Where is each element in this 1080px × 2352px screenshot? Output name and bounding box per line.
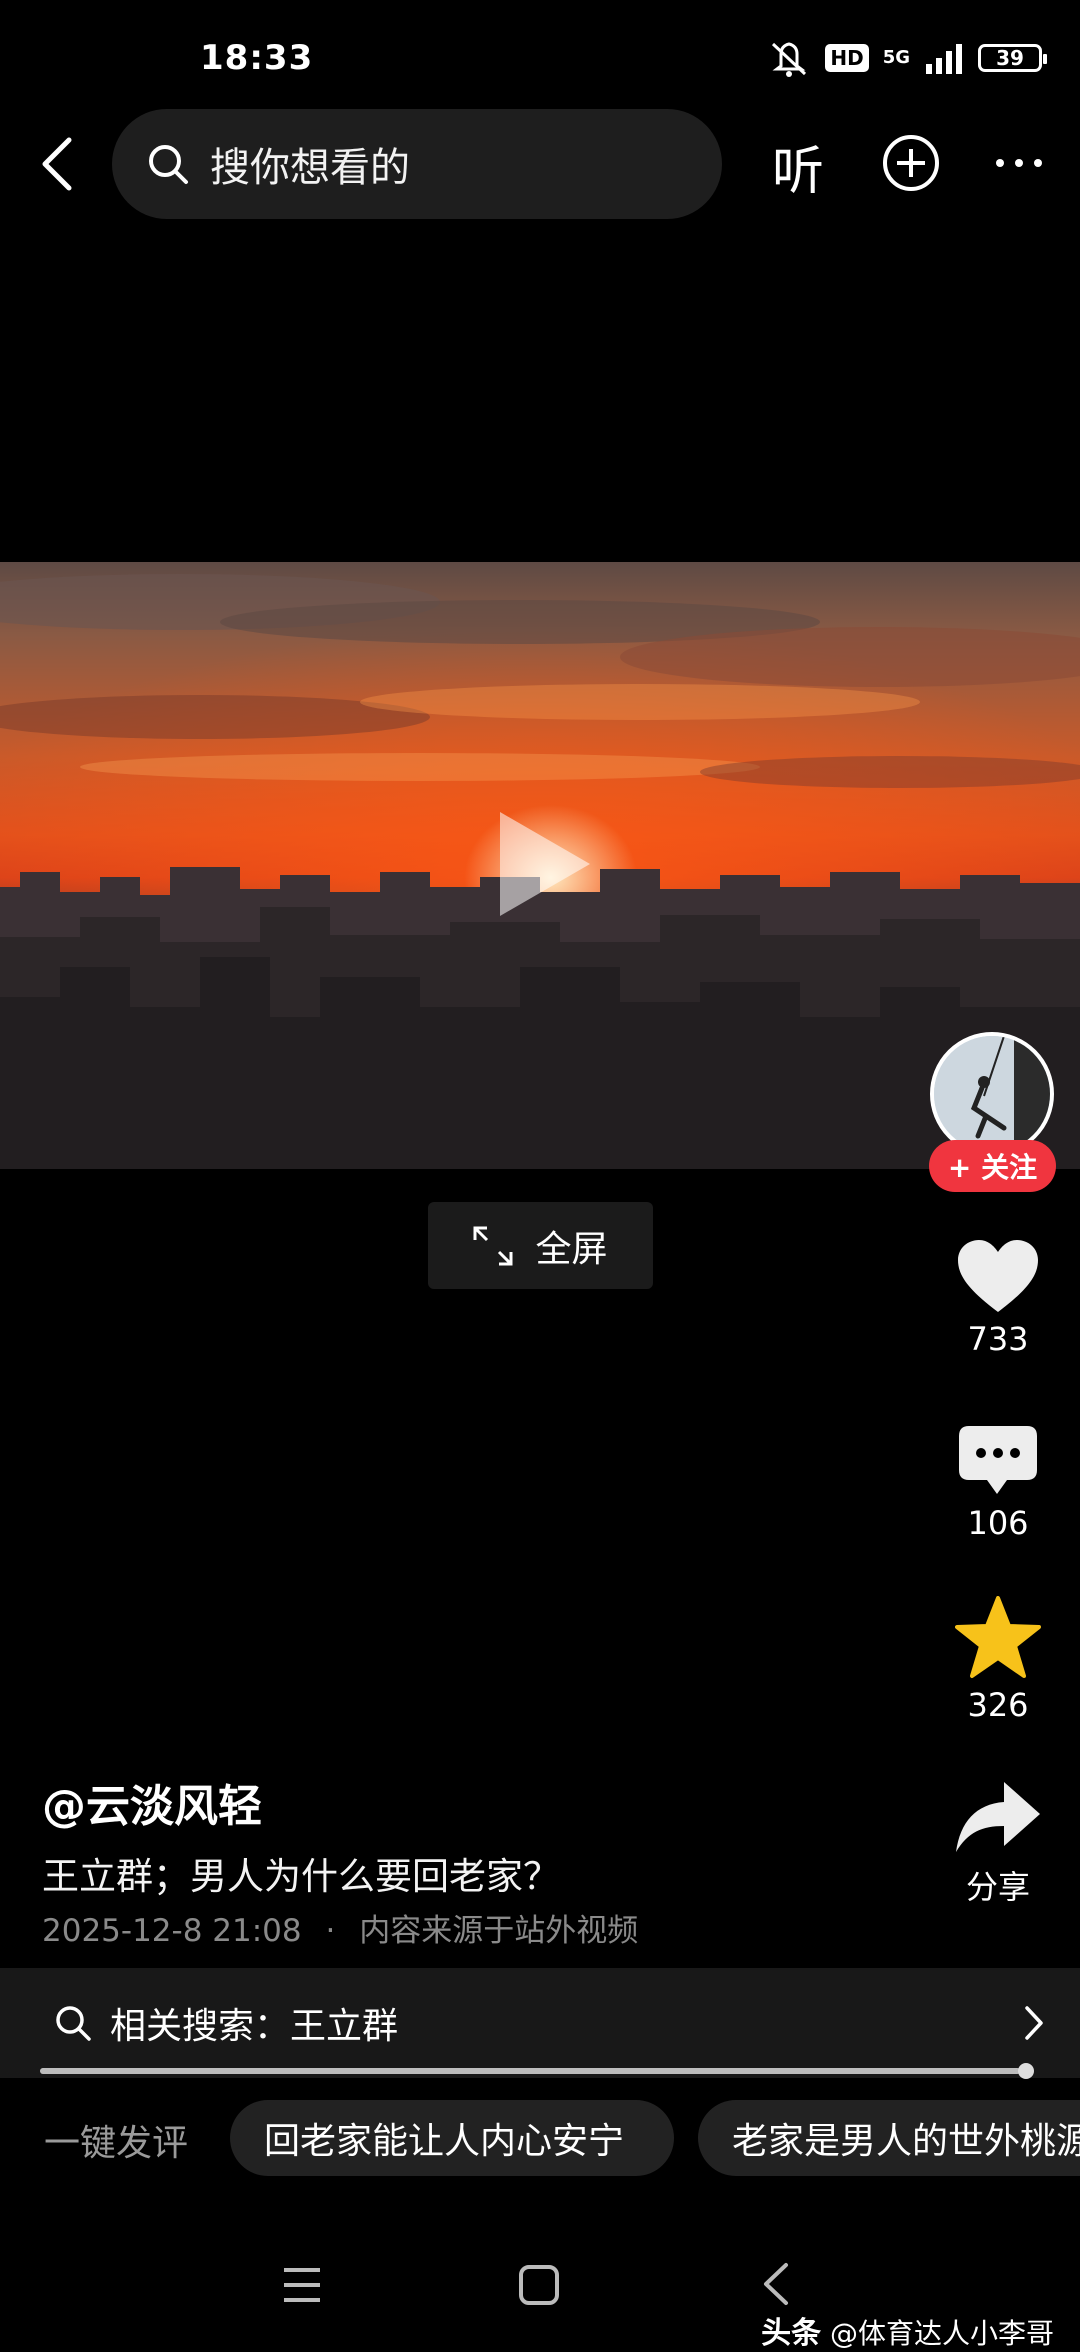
favorite-count: 326 <box>967 1686 1029 1724</box>
search-icon <box>149 145 188 184</box>
add-button[interactable] <box>876 128 946 198</box>
quick-comment-label: 一键发评 <box>44 2123 189 2164</box>
status-icons: HD 5G 39 <box>767 36 1047 80</box>
watermark-brand: 头条 <box>761 2316 822 2351</box>
comment-action[interactable]: 106 <box>928 1424 1068 1542</box>
expand-icon <box>473 1226 513 1265</box>
content-source: 内容来源于站外视频 <box>359 1913 639 1949</box>
comment-icon <box>959 1426 1037 1494</box>
watermark: 头条 @体育达人小李哥 <box>761 2308 1054 2352</box>
more-icon <box>996 159 1042 167</box>
search-input[interactable]: 搜你想看的 <box>112 109 722 219</box>
battery-level: 39 <box>996 46 1024 70</box>
fullscreen-label: 全屏 <box>535 1228 608 1270</box>
chevron-right-icon <box>1025 2006 1043 2040</box>
author-name[interactable]: @云淡风轻 <box>42 1770 262 1834</box>
related-search-bar[interactable]: 相关搜索：王立群 <box>0 1968 1080 2078</box>
favorite-action[interactable]: 326 <box>928 1596 1068 1724</box>
follow-button[interactable]: + 关注 <box>929 1140 1056 1192</box>
comment-count: 106 <box>967 1504 1029 1542</box>
progress-fill <box>40 2068 1021 2074</box>
like-action[interactable]: 733 <box>928 1238 1068 1358</box>
listen-button[interactable]: 听 <box>760 128 836 204</box>
back-icon <box>42 137 72 191</box>
share-label: 分享 <box>965 1868 1030 1906</box>
menu-icon[interactable] <box>282 2266 322 2304</box>
climber-avatar-image <box>934 1036 1050 1152</box>
watermark-handle: @体育达人小李哥 <box>829 2317 1054 2350</box>
heart-icon <box>958 1240 1038 1312</box>
home-icon[interactable] <box>518 2264 560 2306</box>
like-count: 733 <box>967 1320 1029 1358</box>
related-search-text: 相关搜索：王立群 <box>110 2006 399 2047</box>
fullscreen-button[interactable]: 全屏 <box>428 1202 653 1289</box>
back-button[interactable] <box>22 128 92 200</box>
video-progress-bar[interactable] <box>40 2068 1030 2074</box>
meta-separator: · <box>325 1913 336 1949</box>
add-circle-icon <box>883 135 939 191</box>
post-meta: 2025-12-8 21:08 · 内容来源于站外视频 <box>42 1905 638 1950</box>
more-button[interactable] <box>984 128 1054 198</box>
video-title: 王立群；男人为什么要回老家？ <box>42 1855 560 1898</box>
progress-handle[interactable] <box>1018 2063 1034 2079</box>
play-icon[interactable] <box>500 812 590 916</box>
share-action[interactable]: 分享 <box>928 1780 1068 1908</box>
quick-comment-chip[interactable]: 回老家能让人内心安宁 <box>230 2100 674 2176</box>
search-placeholder: 搜你想看的 <box>210 145 410 191</box>
battery-icon: 39 <box>978 44 1047 72</box>
star-icon <box>955 1596 1041 1678</box>
hd-badge: HD <box>825 44 869 72</box>
status-time: 18:33 <box>200 38 314 78</box>
avatar[interactable] <box>930 1032 1054 1156</box>
signal-icon <box>926 44 962 74</box>
listen-label: 听 <box>771 141 824 202</box>
share-icon <box>956 1782 1040 1852</box>
nav-back-icon[interactable] <box>762 2262 790 2306</box>
mute-icon <box>772 42 807 77</box>
search-icon <box>56 2006 91 2041</box>
post-date: 2025-12-8 21:08 <box>42 1913 302 1949</box>
follow-label: + 关注 <box>947 1151 1038 1184</box>
quick-comment-chip[interactable]: 老家是男人的世外桃源 <box>698 2100 1080 2176</box>
network-label: 5G <box>882 47 910 68</box>
